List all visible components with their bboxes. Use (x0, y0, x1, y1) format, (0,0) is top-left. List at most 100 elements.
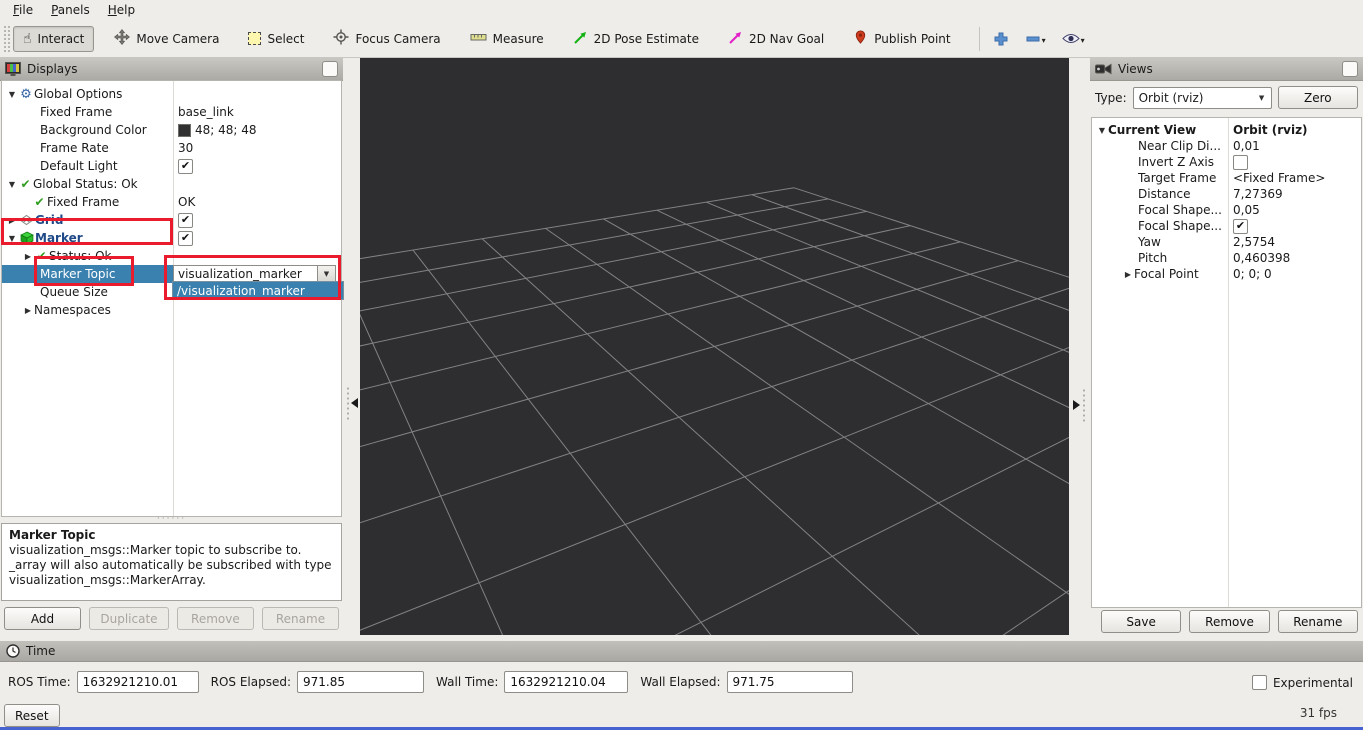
experimental-option[interactable]: Experimental (1252, 675, 1353, 690)
tree-row-marker[interactable]: ▼ Marker ✔ (2, 229, 341, 247)
expander-down-icon[interactable]: ▼ (6, 234, 18, 243)
pose-estimate-tool-button[interactable]: 2D Pose Estimate (564, 25, 708, 53)
expander-down-icon[interactable]: ▼ (1096, 126, 1108, 135)
measure-tool-button[interactable]: Measure (461, 25, 553, 52)
menu-help[interactable]: Help (99, 1, 144, 19)
views-row-focal-shape-fixed[interactable]: Focal Shape... ✔ (1092, 218, 1361, 234)
zero-button[interactable]: Zero (1278, 86, 1358, 109)
expander-down-icon[interactable]: ▼ (6, 180, 18, 189)
reset-button[interactable]: Reset (4, 704, 60, 727)
checkbox-unchecked[interactable] (1252, 675, 1267, 690)
tree-row-marker-status[interactable]: ▶ ✔ Status: Ok (2, 247, 341, 265)
views-row-focal-point[interactable]: ▶ Focal Point 0; 0; 0 (1092, 266, 1361, 282)
left-splitter[interactable] (343, 58, 360, 635)
checkbox-checked[interactable]: ✔ (178, 231, 193, 246)
green-check-icon: ✔ (34, 249, 49, 263)
tree-row-namespaces[interactable]: ▶ Namespaces (2, 301, 341, 319)
duplicate-display-button[interactable]: Duplicate (89, 607, 169, 630)
grid-3d (360, 58, 1069, 635)
panel-float-button[interactable] (322, 61, 338, 77)
topic-option[interactable]: /visualization_marker (177, 284, 305, 298)
toolbar: ☝ Interact Move Camera Select Focus Came… (0, 20, 1363, 58)
views-row-pitch[interactable]: Pitch 0,460398 (1092, 250, 1361, 266)
pitch-value[interactable]: 0,460398 (1233, 251, 1290, 265)
tree-row-grid[interactable]: ▶ Grid ✔ (2, 211, 341, 229)
render-viewport[interactable] (360, 58, 1069, 635)
tree-row-default-light[interactable]: Default Light ✔ (2, 157, 341, 175)
camera-icon (1095, 63, 1112, 75)
frame-rate-value[interactable]: 30 (178, 141, 193, 155)
add-tool-button[interactable] (988, 28, 1014, 50)
views-row-target-frame[interactable]: Target Frame <Fixed Frame> (1092, 170, 1361, 186)
collapse-right-arrow-icon[interactable] (1073, 400, 1080, 410)
views-panel-header[interactable]: Views (1090, 58, 1363, 81)
wall-elapsed-input[interactable] (727, 671, 853, 693)
expander-down-icon[interactable]: ▼ (6, 90, 18, 99)
tree-row-fixed-frame-status[interactable]: ✔ Fixed Frame OK (2, 193, 341, 211)
fixed-frame-value[interactable]: base_link (178, 105, 234, 119)
checkbox-checked[interactable]: ✔ (178, 159, 193, 174)
toolbar-drag-handle[interactable] (3, 25, 10, 53)
menu-file[interactable]: File (4, 1, 42, 19)
target-frame-value[interactable]: <Fixed Frame> (1233, 171, 1325, 185)
remove-display-button[interactable]: Remove (177, 607, 254, 630)
expander-right-icon[interactable]: ▶ (6, 216, 18, 225)
remove-view-button[interactable]: Remove (1189, 610, 1269, 633)
view-type-combobox[interactable]: Orbit (rviz) ▼ (1133, 87, 1272, 109)
focal-shape-size-value[interactable]: 0,05 (1233, 203, 1260, 217)
tree-row-global-status[interactable]: ▼ ✔ Global Status: Ok (2, 175, 341, 193)
panel-splitter-handle[interactable]: ······ (0, 515, 343, 523)
background-color-value[interactable]: 48; 48; 48 (195, 123, 257, 137)
publish-point-tool-button[interactable]: Publish Point (844, 24, 959, 53)
panel-float-button[interactable] (1342, 61, 1358, 77)
color-swatch[interactable] (178, 124, 191, 137)
tree-row-frame-rate[interactable]: Frame Rate 30 (2, 139, 341, 157)
ros-time-input[interactable] (77, 671, 199, 693)
rename-view-button[interactable]: Rename (1278, 610, 1358, 633)
expander-right-icon[interactable]: ▶ (22, 306, 34, 315)
topic-dropdown-popup[interactable]: /visualization_marker (172, 281, 344, 300)
yaw-value[interactable]: 2,5754 (1233, 235, 1275, 249)
views-row-yaw[interactable]: Yaw 2,5754 (1092, 234, 1361, 250)
distance-value[interactable]: 7,27369 (1233, 187, 1283, 201)
displays-panel-header[interactable]: Displays (0, 58, 343, 81)
save-view-button[interactable]: Save (1101, 610, 1181, 633)
views-row-distance[interactable]: Distance 7,27369 (1092, 186, 1361, 202)
combobox-arrow-button[interactable]: ▼ (317, 266, 335, 282)
menu-panels[interactable]: Panels (42, 1, 99, 19)
combobox-value: visualization_marker (174, 267, 317, 281)
add-display-button[interactable]: Add (4, 607, 81, 630)
checkbox-checked[interactable]: ✔ (1233, 219, 1248, 234)
nav-goal-tool-button[interactable]: 2D Nav Goal (719, 25, 833, 53)
expander-right-icon[interactable]: ▶ (22, 252, 34, 261)
tree-row-background-color[interactable]: Background Color 48; 48; 48 (2, 121, 341, 139)
checkbox-unchecked[interactable] (1233, 155, 1248, 170)
tree-row-global-options[interactable]: ▼ ⚙ Global Options (2, 85, 341, 103)
splitter-dots (346, 386, 350, 420)
remove-tool-button[interactable]: ▾ (1020, 30, 1051, 48)
right-splitter[interactable] (1069, 58, 1090, 635)
tree-row-fixed-frame[interactable]: Fixed Frame base_link (2, 103, 341, 121)
dropdown-caret-icon: ▾ (1081, 37, 1085, 45)
ros-elapsed-input[interactable] (297, 671, 424, 693)
views-row-current-view[interactable]: ▼ Current View Orbit (rviz) (1092, 122, 1361, 138)
focus-camera-tool-button[interactable]: Focus Camera (324, 24, 449, 53)
grid-display-icon (18, 214, 35, 226)
select-tool-button[interactable]: Select (239, 27, 313, 51)
visibility-tool-button[interactable]: ▾ (1057, 29, 1090, 48)
displays-panel: Displays ▼ ⚙ Global Options Fixed Frame … (0, 58, 343, 635)
interact-tool-button[interactable]: ☝ Interact (13, 26, 94, 52)
time-panel-header[interactable]: Time (0, 641, 1363, 662)
focal-point-value[interactable]: 0; 0; 0 (1233, 267, 1272, 281)
rename-display-button[interactable]: Rename (262, 607, 339, 630)
wall-time-input[interactable] (504, 671, 628, 693)
near-clip-value[interactable]: 0,01 (1233, 139, 1260, 153)
collapse-left-arrow-icon[interactable] (351, 398, 358, 408)
views-row-focal-shape-size[interactable]: Focal Shape... 0,05 (1092, 202, 1361, 218)
checkbox-checked[interactable]: ✔ (178, 213, 193, 228)
views-row-invert-z[interactable]: Invert Z Axis (1092, 154, 1361, 170)
fps-counter: 31 fps (1300, 706, 1337, 720)
expander-right-icon[interactable]: ▶ (1122, 270, 1134, 279)
move-camera-tool-button[interactable]: Move Camera (105, 24, 228, 53)
views-row-near-clip[interactable]: Near Clip Di... 0,01 (1092, 138, 1361, 154)
